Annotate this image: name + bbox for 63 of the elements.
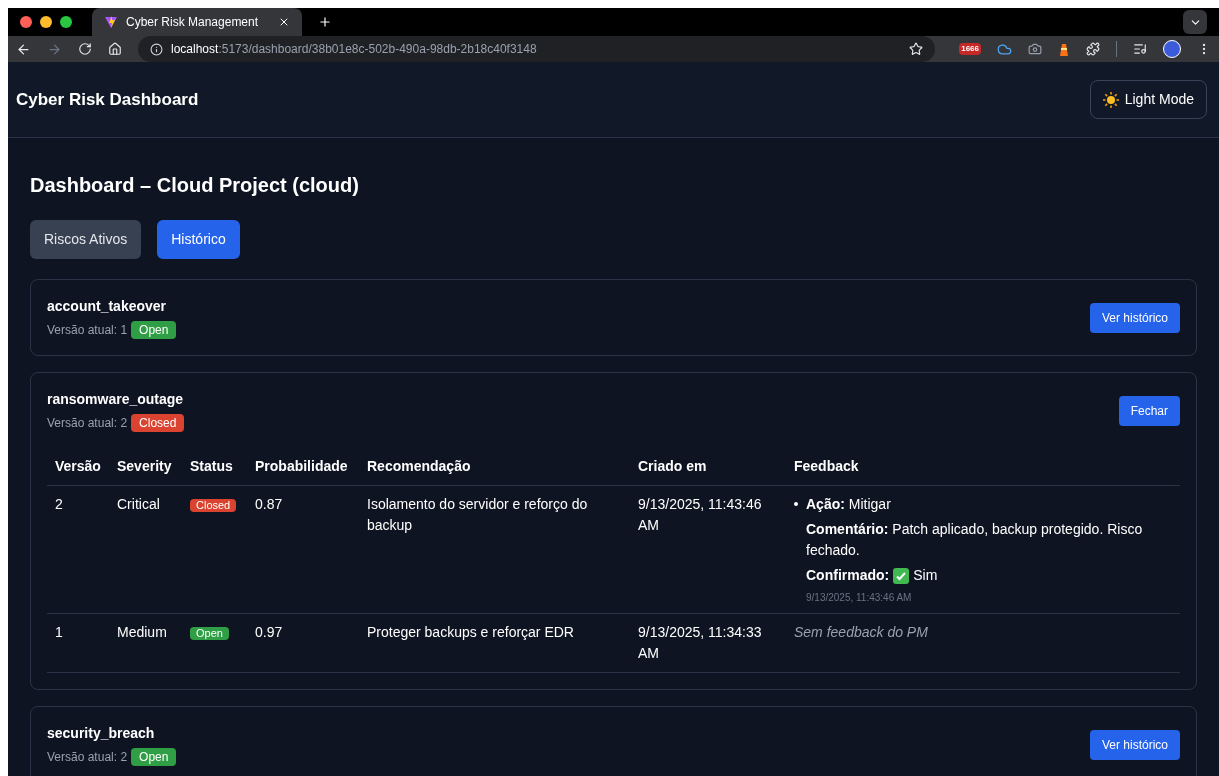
risk-name: account_takeover <box>47 297 168 316</box>
risk-name: security_breach <box>47 724 156 743</box>
cloud-icon[interactable] <box>997 41 1012 57</box>
close-tab-icon[interactable] <box>278 16 290 28</box>
column-header: Status <box>190 458 233 474</box>
history-toggle-button[interactable]: Ver histórico <box>1089 302 1180 333</box>
current-version: Versão atual: 2 <box>47 749 128 766</box>
app-title: Cyber Risk Dashboard <box>16 88 199 111</box>
table-cell: Critical <box>117 496 160 512</box>
browser-tab[interactable]: Cyber Risk Management <box>92 8 302 36</box>
media-icon[interactable] <box>1133 42 1147 56</box>
forward-icon[interactable] <box>47 41 62 57</box>
tab-title: Cyber Risk Management <box>126 14 260 31</box>
table-cell: Proteger backups e reforçar EDR <box>367 624 574 640</box>
column-header: Versão <box>55 458 101 474</box>
bullet-icon <box>794 502 798 506</box>
table-cell: 1 <box>55 624 63 640</box>
profile-avatar[interactable] <box>1163 40 1181 58</box>
column-header: Severity <box>117 458 172 474</box>
confirmed-value: Sim <box>913 566 938 585</box>
view-tab[interactable]: Riscos Ativos <box>30 220 142 259</box>
extensions-icon[interactable] <box>1086 42 1100 56</box>
feedback-text: Sem feedback do PM <box>794 624 928 640</box>
column-header: Probabilidade <box>255 458 348 474</box>
column-header: Feedback <box>794 458 859 474</box>
feedback-action: Ação: Mitigar <box>806 495 892 514</box>
table-cell: Medium <box>117 624 167 640</box>
table-cell: 2 <box>55 496 63 512</box>
history-toggle-button[interactable]: Fechar <box>1118 395 1180 426</box>
table-cell: 0.97 <box>255 624 283 640</box>
current-version: Versão atual: 1 <box>47 322 128 339</box>
tab-menu-button[interactable] <box>1183 10 1207 34</box>
confirmed-label: Confirmado: <box>806 566 890 585</box>
view-tab[interactable]: Histórico <box>157 220 240 259</box>
table-cell: 9/13/2025, 11:34:33 AM <box>638 624 762 661</box>
status-badge: Open <box>131 321 177 339</box>
column-header: Recomendação <box>367 458 471 474</box>
back-icon[interactable] <box>16 41 31 57</box>
table-cell: 9/13/2025, 11:43:46 AM <box>638 496 762 533</box>
sun-icon <box>1102 91 1119 108</box>
status-badge: Open <box>131 748 177 766</box>
risk-name: ransomware_outage <box>47 390 185 409</box>
table-cell: Isolamento do servidor e reforço do backup <box>367 496 588 533</box>
address-bar[interactable]: localhost:5173/dashboard/38b01e8c-502b-490a-98db-2b18c40f3148 <box>138 36 936 62</box>
feedback-timestamp: 9/13/2025, 11:43:46 AM <box>806 591 913 605</box>
table-cell: 0.87 <box>255 496 283 512</box>
page-title: Dashboard – Cloud Project (cloud) <box>30 173 360 198</box>
status-badge: Open <box>190 627 229 640</box>
site-info-icon[interactable] <box>150 42 163 56</box>
history-toggle-button[interactable]: Ver histórico <box>1089 729 1180 760</box>
bolt-logo-icon <box>104 15 118 29</box>
current-version: Versão atual: 2 <box>47 415 128 432</box>
extension-badge[interactable]: 1666 <box>959 43 981 55</box>
column-header: Criado em <box>638 458 707 474</box>
feedback-comment: Comentário: Patch aplicado, backup protegido. Risco fechado. <box>806 520 1144 560</box>
status-badge: Closed <box>131 414 185 432</box>
reload-icon[interactable] <box>78 42 92 56</box>
bookmark-star-icon[interactable] <box>909 42 924 56</box>
theme-toggle-button[interactable]: Light Mode <box>1089 80 1207 119</box>
home-icon[interactable] <box>108 42 122 56</box>
new-tab-icon[interactable] <box>318 15 332 29</box>
camera-icon[interactable] <box>1028 42 1042 56</box>
status-badge: Closed <box>190 499 237 512</box>
